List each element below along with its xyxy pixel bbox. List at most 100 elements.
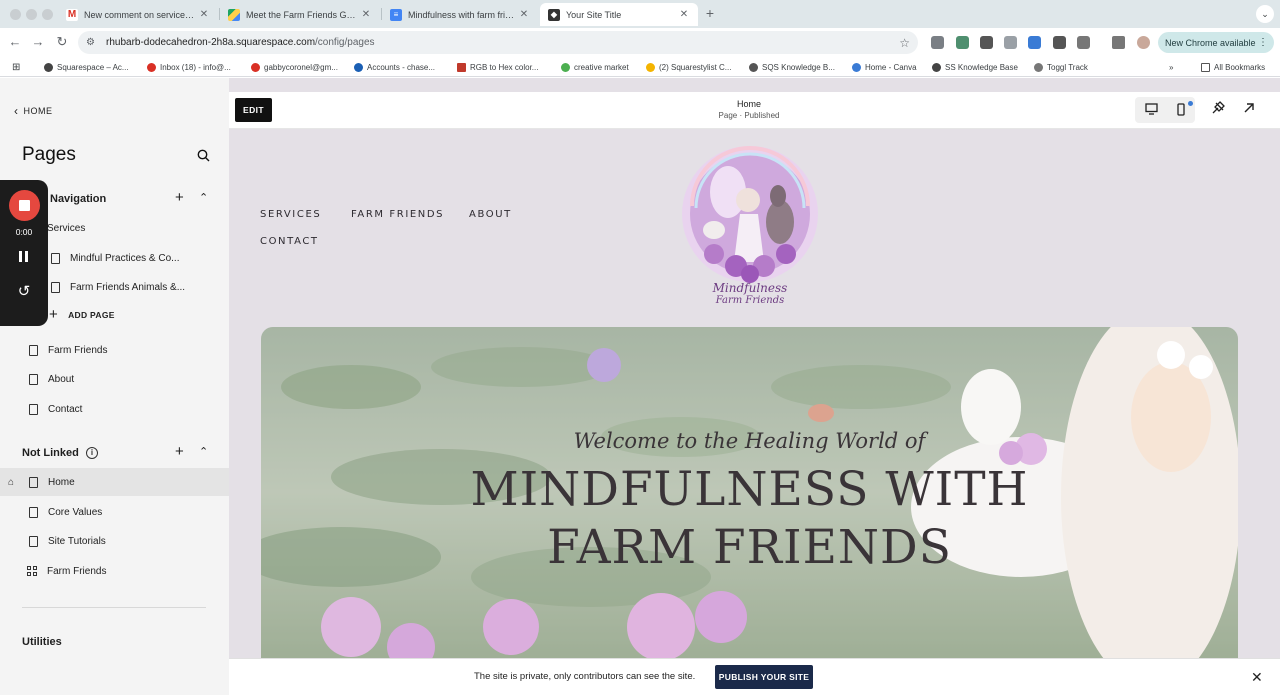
chevron-up-icon[interactable]: ⌃ xyxy=(199,191,208,204)
add-page-label: ADD PAGE xyxy=(68,309,115,320)
url-path: /config/pages xyxy=(315,37,375,48)
extension-icon[interactable] xyxy=(931,36,944,49)
info-icon[interactable]: i xyxy=(86,447,98,459)
all-bookmarks-button[interactable]: All Bookmarks xyxy=(1201,61,1265,73)
chrome-update-button[interactable]: New Chrome available ⋮ xyxy=(1158,32,1274,53)
page-item-site-tutorials[interactable]: Site Tutorials xyxy=(0,527,229,555)
sparkle-icon xyxy=(749,62,758,72)
tab-close-icon[interactable]: ✕ xyxy=(518,9,530,20)
bookmark-item[interactable]: (2) Squarestylist C... xyxy=(646,61,731,73)
tab-search-chevron-icon[interactable]: ⌄ xyxy=(1256,5,1274,23)
tab-close-icon[interactable]: ✕ xyxy=(678,9,690,20)
site-styles-brush-icon[interactable] xyxy=(1211,101,1225,118)
browser-tab-bar: M New comment on services pa ✕ Meet the … xyxy=(0,0,1280,28)
address-bar[interactable]: ⚙ rhubarb-dodecahedron-2h8a.squarespace.… xyxy=(78,31,918,54)
page-item-core-values[interactable]: Core Values xyxy=(0,498,229,526)
page-label: Home xyxy=(48,476,75,488)
chevron-up-icon[interactable]: ⌃ xyxy=(199,445,208,458)
private-site-banner: The site is private, only contributors c… xyxy=(229,658,1280,695)
chase-icon xyxy=(354,62,363,72)
bookmark-item[interactable]: RGB to Hex color... xyxy=(457,61,538,73)
browser-tab-gmail[interactable]: M New comment on services pa ✕ xyxy=(58,3,218,26)
site-nav-about[interactable]: ABOUT xyxy=(469,209,512,220)
add-icon[interactable]: + xyxy=(175,189,184,206)
window-close-button[interactable] xyxy=(10,9,21,20)
page-item-farm-friends[interactable]: Farm Friends xyxy=(0,336,229,364)
edit-button[interactable]: EDIT xyxy=(235,98,272,122)
new-tab-button[interactable]: + xyxy=(702,5,718,21)
site-nav-farm-friends[interactable]: FARM FRIENDS xyxy=(351,209,444,220)
reload-icon[interactable]: ↻ xyxy=(54,34,70,50)
page-item-about[interactable]: About xyxy=(0,365,229,393)
page-icon xyxy=(29,403,38,415)
page-item-home[interactable]: ⌂ Home xyxy=(0,468,229,496)
bookmark-item[interactable]: Toggl Track xyxy=(1034,61,1088,73)
add-icon[interactable]: + xyxy=(175,443,184,460)
add-page-button[interactable]: + ADD PAGE xyxy=(49,306,115,323)
bookmark-item[interactable]: gabbycoronel@gm... xyxy=(251,61,338,73)
tab-close-icon[interactable]: ✕ xyxy=(198,9,210,20)
browser-tab-docs[interactable]: ≡ Mindfulness with farm friend ✕ xyxy=(382,3,538,26)
bookmark-star-icon[interactable]: ☆ xyxy=(899,36,910,50)
site-nav-services[interactable]: SERVICES xyxy=(260,209,321,220)
camera-icon[interactable] xyxy=(1004,36,1017,49)
bookmarks-overflow-icon[interactable]: » xyxy=(1169,61,1173,73)
tab-title: Meet the Farm Friends Galler xyxy=(246,9,360,20)
chrome-update-label: New Chrome available xyxy=(1165,37,1256,48)
folder-icon xyxy=(1201,62,1210,72)
restart-icon[interactable]: ↺ xyxy=(14,282,34,302)
bookmark-item[interactable]: Squarespace – Ac... xyxy=(44,61,129,73)
open-external-arrow-icon[interactable] xyxy=(1243,101,1255,117)
tab-close-icon[interactable]: ✕ xyxy=(360,9,372,20)
page-item-contact[interactable]: Contact xyxy=(0,395,229,423)
squarespace-icon: ◆ xyxy=(548,8,560,21)
url-host: rhubarb-dodecahedron-2h8a.squarespace.co… xyxy=(106,37,316,48)
puzzle-icon[interactable] xyxy=(1077,36,1090,49)
extension-icon[interactable] xyxy=(956,36,969,49)
bookmark-item[interactable]: Home - Canva xyxy=(852,61,917,73)
page-label: Farm Friends xyxy=(47,565,107,577)
canva-icon xyxy=(852,62,861,72)
page-icon xyxy=(51,252,60,264)
site-preview: EDIT Home Page · Published SERVICES FARM… xyxy=(229,78,1280,695)
back-home-button[interactable]: ‹ HOME xyxy=(14,104,53,118)
browser-tab-drive[interactable]: Meet the Farm Friends Galler ✕ xyxy=(220,3,380,26)
chevron-left-icon: ‹ xyxy=(14,104,19,118)
bookmark-item[interactable]: SQS Knowledge B... xyxy=(749,61,835,73)
profile-avatar[interactable] xyxy=(1137,36,1150,49)
bookmark-item[interactable]: creative market xyxy=(561,61,629,73)
extension-icon[interactable] xyxy=(1053,36,1066,49)
hero-section: Welcome to the Healing World of Mindfuln… xyxy=(261,327,1238,658)
kebab-menu-icon[interactable]: ⋮ xyxy=(1258,37,1268,48)
apps-grid-icon[interactable]: ⊞ xyxy=(12,61,20,73)
forward-arrow-icon[interactable]: → xyxy=(30,34,46,50)
pages-panel: ‹ HOME Pages Navigation + ⌃ Services Min… xyxy=(0,78,229,695)
stop-recording-button[interactable] xyxy=(9,190,40,221)
gmail-icon: M xyxy=(66,8,78,21)
mobile-icon[interactable] xyxy=(1177,103,1185,119)
search-icon[interactable] xyxy=(197,149,210,165)
site-logo[interactable]: Mindfulness Farm Friends xyxy=(680,144,820,316)
page-item-farm-friends-gallery[interactable]: Farm Friends xyxy=(0,557,229,585)
publish-site-button[interactable]: PUBLISH YOUR SITE xyxy=(715,665,813,689)
page-label: Farm Friends Animals &... xyxy=(70,281,186,293)
back-arrow-icon[interactable]: ← xyxy=(7,34,23,50)
window-zoom-button[interactable] xyxy=(42,9,53,20)
extension-icon[interactable] xyxy=(1028,36,1041,49)
window-minimize-button[interactable] xyxy=(26,9,37,20)
desktop-icon[interactable] xyxy=(1145,103,1158,118)
divider xyxy=(22,607,206,608)
google-docs-icon: ≡ xyxy=(390,8,402,21)
bookmark-item[interactable]: Inbox (18) - info@... xyxy=(147,61,231,73)
logo-text-farm-friends: Farm Friends xyxy=(715,295,785,306)
site-info-icon[interactable]: ⚙ xyxy=(86,37,100,48)
bookmark-item[interactable]: Accounts - chase... xyxy=(354,61,435,73)
panel-title: Pages xyxy=(22,144,76,165)
pause-icon[interactable] xyxy=(19,251,29,262)
site-nav-contact[interactable]: CONTACT xyxy=(260,236,319,247)
bookmark-item[interactable]: SS Knowledge Base xyxy=(932,61,1018,73)
close-icon[interactable]: ✕ xyxy=(1251,669,1263,686)
extension-grid-icon[interactable] xyxy=(980,36,993,49)
browser-tab-squarespace[interactable]: ◆ Your Site Title ✕ xyxy=(540,3,698,26)
download-icon[interactable] xyxy=(1112,36,1125,49)
